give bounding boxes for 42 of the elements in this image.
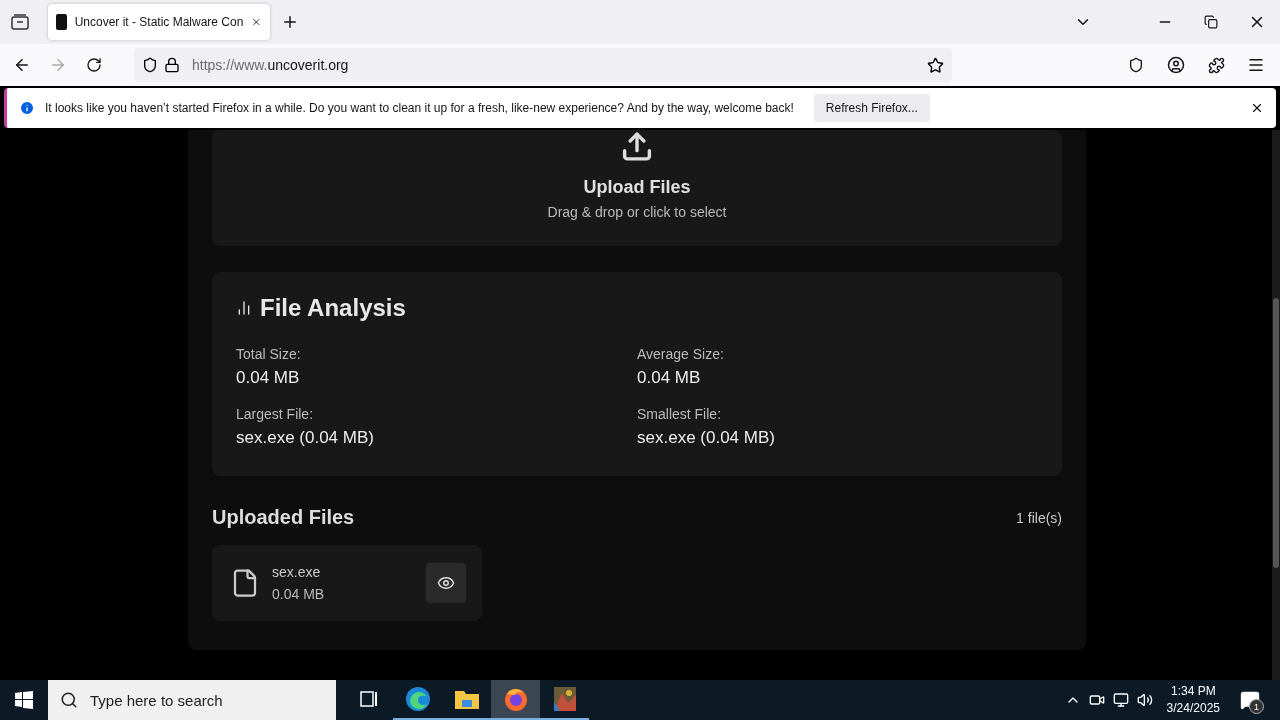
task-view-icon	[358, 689, 379, 709]
search-field[interactable]: Type here to search	[48, 680, 336, 720]
search-icon	[60, 691, 78, 709]
folder-icon	[453, 688, 480, 710]
eye-icon	[437, 574, 455, 592]
camera-icon[interactable]	[1088, 692, 1105, 708]
firefox-icon	[502, 686, 529, 712]
url-text: https://www.uncoverit.org	[192, 57, 349, 73]
upload-hint: Drag & drop or click to select	[547, 204, 727, 220]
shield-icon	[142, 57, 158, 73]
stat-value: sex.exe (0.04 MB)	[637, 428, 776, 448]
stat-label: Total Size:	[236, 346, 302, 362]
site-icon	[56, 14, 67, 30]
network-icon[interactable]	[1112, 692, 1129, 708]
stat-value: 0.04 MB	[236, 368, 301, 388]
file-size: 0.04 MB	[272, 586, 325, 602]
refresh-button[interactable]: Refresh Firefox...	[813, 94, 930, 122]
file-name: sex.exe	[272, 564, 322, 580]
notification-text: It looks like you haven’t started Firefox in a while. Do you want to clean it up for a fresh, like-new experience? And by the way, welcome back!	[45, 101, 794, 115]
taskbar-app[interactable]	[491, 680, 540, 720]
close-icon[interactable]	[1250, 101, 1264, 115]
section-title: Uploaded Files	[212, 506, 355, 529]
view-button[interactable]	[426, 563, 466, 603]
section-title: File Analysis	[260, 294, 406, 322]
stat-label: Largest File:	[236, 406, 315, 422]
address-bar[interactable]: https://www.uncoverit.org	[134, 48, 952, 82]
upload-title: Upload Files	[583, 177, 691, 198]
stat-value: sex.exe (0.04 MB)	[236, 428, 375, 448]
upload-area[interactable]: Upload Files Drag & drop or click to select	[212, 130, 1062, 246]
browser-tab[interactable]: Uncover it - Static Malware Con	[48, 4, 270, 40]
file-count: 1 file(s)	[1016, 509, 1062, 526]
clock[interactable]: 1:34 PM 3/24/2025	[1166, 683, 1220, 717]
info-icon	[19, 100, 35, 116]
star-icon[interactable]	[927, 56, 944, 74]
volume-icon[interactable]	[1136, 692, 1153, 708]
stat-label: Smallest File:	[637, 406, 723, 422]
browser-icon	[404, 686, 431, 712]
stat-value: 0.04 MB	[637, 368, 702, 388]
stat-label: Average Size:	[637, 346, 725, 362]
lock-icon	[164, 57, 180, 73]
scrollbar[interactable]	[1272, 130, 1280, 680]
chart-icon	[236, 300, 252, 316]
